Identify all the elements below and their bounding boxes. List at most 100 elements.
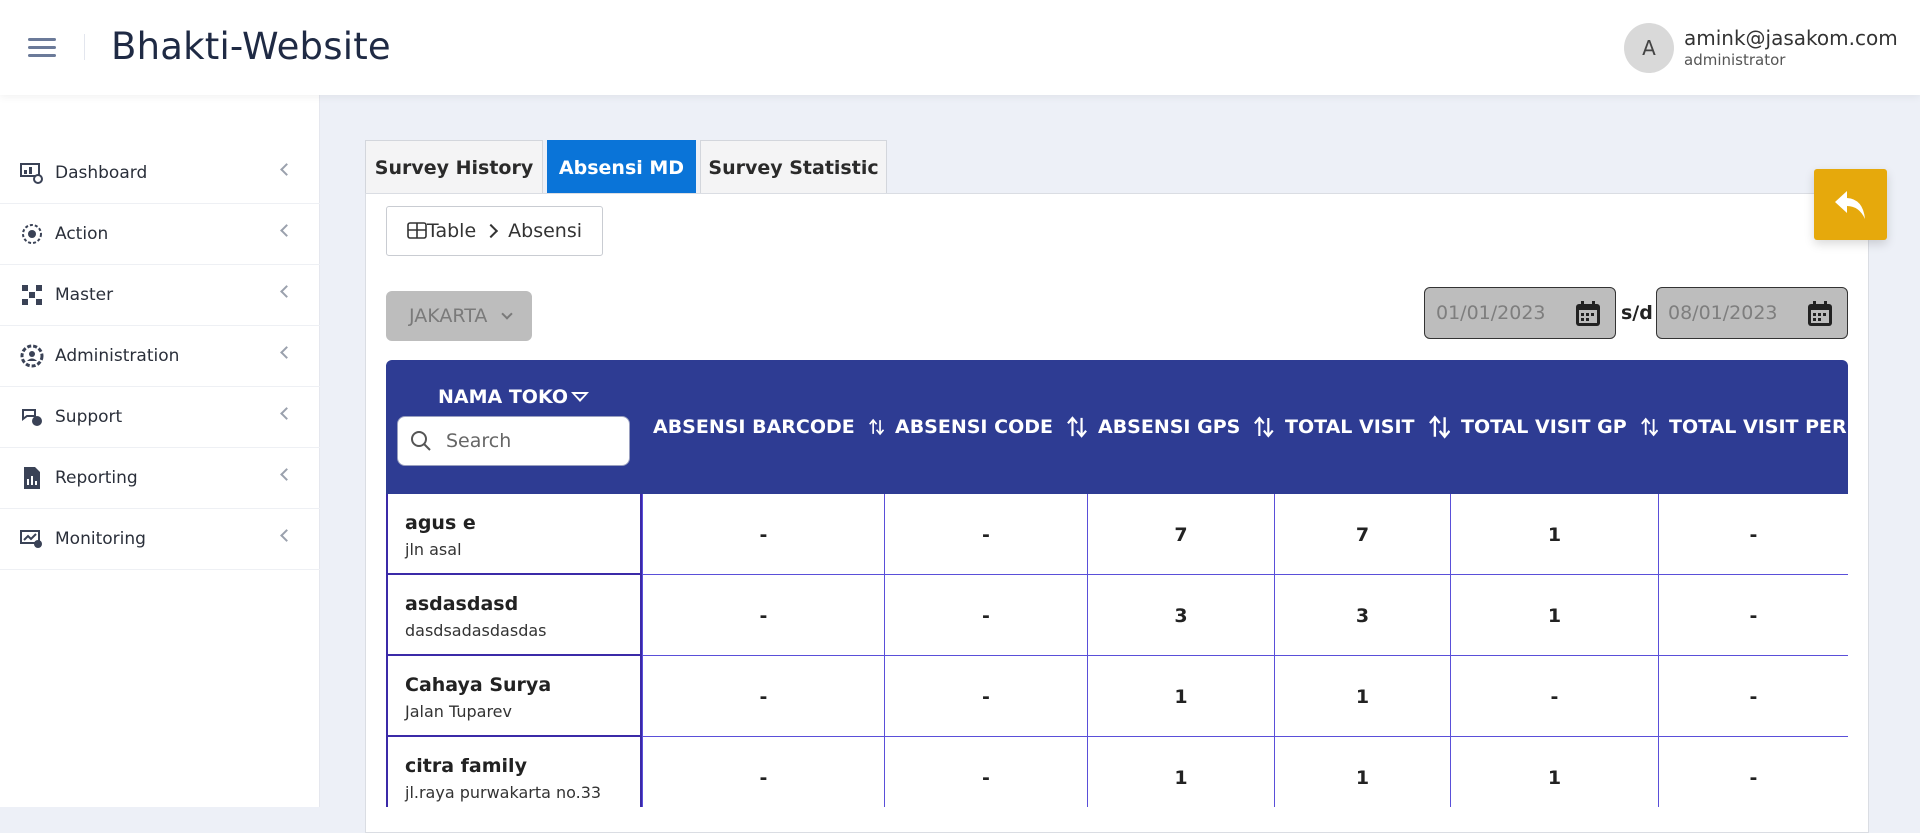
chevron-left-icon — [280, 529, 293, 542]
total-visit-gp-cell: 1 — [1450, 494, 1658, 575]
table-row[interactable]: Cahaya Surya Jalan Tuparev - - 1 1 - - — [386, 656, 1848, 737]
sort-icon[interactable] — [1428, 415, 1450, 439]
back-button[interactable] — [1814, 169, 1887, 240]
total-visit-periode-cell: - — [1658, 494, 1848, 575]
column-header-label: NAMA TOKO — [438, 386, 568, 408]
chevron-left-icon — [280, 346, 293, 359]
column-header-absensi-code[interactable]: ABSENSI CODE — [884, 360, 1087, 494]
sidebar-item-reporting[interactable]: Reporting — [0, 448, 320, 509]
store-name: Cahaya Surya — [405, 674, 552, 696]
search-input[interactable] — [446, 430, 616, 452]
chevron-left-icon — [280, 407, 293, 420]
breadcrumb-current: Absensi — [508, 220, 583, 242]
tab-absensi-md[interactable]: Absensi MD — [547, 140, 696, 194]
chevron-right-icon — [484, 223, 499, 239]
total-visit-gp-cell: 1 — [1450, 737, 1658, 807]
total-visit-periode-cell: - — [1658, 575, 1848, 656]
column-header-total-visit-periode[interactable]: TOTAL VISIT PERIO — [1658, 360, 1848, 494]
sidebar-item-dashboard[interactable]: Dashboard — [0, 143, 320, 204]
tab-survey-statistic[interactable]: Survey Statistic — [700, 140, 887, 194]
hamburger-menu-icon[interactable] — [28, 38, 56, 58]
total-visit-periode-cell: - — [1658, 737, 1848, 807]
sidebar: Dashboard Action Master Administration S… — [0, 95, 320, 807]
breadcrumb: Table Absensi — [386, 206, 603, 256]
avatar[interactable]: A — [1624, 23, 1674, 73]
column-header-label: ABSENSI CODE — [895, 416, 1053, 438]
sidebar-item-support[interactable]: Support — [0, 387, 320, 448]
calendar-icon[interactable] — [1806, 300, 1834, 328]
filter-triangle-icon[interactable] — [571, 392, 589, 402]
date-to-field[interactable]: 08/01/2023 — [1656, 287, 1848, 339]
date-from-field[interactable]: 01/01/2023 — [1424, 287, 1616, 339]
total-visit-cell: 7 — [1274, 494, 1450, 575]
app-title: Bhakti-Website — [111, 25, 391, 68]
sidebar-item-label: Action — [55, 224, 109, 244]
column-header-total-visit[interactable]: TOTAL VISIT — [1274, 360, 1450, 494]
sidebar-item-action[interactable]: Action — [0, 204, 320, 265]
absensi-barcode-cell: - — [642, 656, 884, 737]
table-row[interactable]: citra family jl.raya purwakarta no.33 - … — [386, 737, 1848, 807]
sort-icon[interactable] — [1640, 415, 1658, 439]
reply-arrow-icon — [1834, 190, 1865, 219]
search-field[interactable] — [397, 416, 630, 466]
column-header-absensi-barcode[interactable]: ABSENSI BARCODE — [642, 360, 884, 494]
city-select[interactable]: JAKARTA — [386, 291, 532, 341]
date-to-value: 08/01/2023 — [1668, 302, 1778, 324]
column-header-total-visit-gp[interactable]: TOTAL VISIT GP — [1450, 360, 1658, 494]
city-select-value: JAKARTA — [409, 305, 488, 327]
column-header-label: ABSENSI BARCODE — [653, 416, 855, 438]
top-bar: Bhakti-Website A amink@jasakom.com admin… — [0, 0, 1920, 95]
chevron-left-icon — [280, 163, 293, 176]
sidebar-item-master[interactable]: Master — [0, 265, 320, 326]
sidebar-item-label: Dashboard — [55, 163, 148, 183]
total-visit-gp-cell: - — [1450, 656, 1658, 737]
total-visit-cell: 1 — [1274, 656, 1450, 737]
chevron-left-icon — [280, 285, 293, 298]
total-visit-gp-cell: 1 — [1450, 575, 1658, 656]
absensi-code-cell: - — [884, 737, 1087, 807]
store-cell: Cahaya Surya Jalan Tuparev — [386, 656, 642, 737]
sidebar-item-label: Support — [55, 407, 123, 427]
absensi-barcode-cell: - — [642, 737, 884, 807]
master-icon — [20, 283, 44, 307]
store-cell: citra family jl.raya purwakarta no.33 — [386, 737, 642, 807]
tab-survey-history[interactable]: Survey History — [365, 140, 543, 194]
store-address: dasdsadasdasdas — [405, 621, 547, 640]
sort-icon[interactable] — [868, 415, 884, 439]
dashboard-icon — [20, 161, 44, 185]
absensi-gps-cell: 7 — [1087, 494, 1274, 575]
column-header-nama-toko[interactable]: NAMA TOKO — [386, 360, 642, 494]
column-header-absensi-gps[interactable]: ABSENSI GPS — [1087, 360, 1274, 494]
sort-icon[interactable] — [1254, 415, 1274, 439]
column-header-label: TOTAL VISIT — [1285, 416, 1415, 438]
sidebar-item-administration[interactable]: Administration — [0, 326, 320, 387]
sidebar-item-monitoring[interactable]: Monitoring — [0, 509, 320, 570]
absensi-gps-cell: 1 — [1087, 737, 1274, 807]
store-address: jln asal — [405, 540, 462, 559]
total-visit-cell: 3 — [1274, 575, 1450, 656]
sidebar-item-label: Monitoring — [55, 529, 146, 549]
support-icon — [20, 405, 44, 429]
table-row[interactable]: asdasdasd dasdsadasdasdas - - 3 3 1 - — [386, 575, 1848, 656]
column-header-label: TOTAL VISIT PERIO — [1669, 416, 1848, 438]
store-name: asdasdasd — [405, 593, 519, 615]
total-visit-cell: 1 — [1274, 737, 1450, 807]
absensi-gps-cell: 3 — [1087, 575, 1274, 656]
store-name: citra family — [405, 755, 527, 777]
calendar-icon[interactable] — [1574, 300, 1602, 328]
sort-icon[interactable] — [1067, 415, 1087, 439]
chevron-left-icon — [280, 224, 293, 237]
sidebar-item-label: Administration — [55, 346, 180, 366]
store-cell: asdasdasd dasdsadasdasdas — [386, 575, 642, 656]
total-visit-periode-cell: - — [1658, 656, 1848, 737]
action-icon — [20, 222, 44, 246]
user-role: administrator — [1684, 51, 1786, 69]
sidebar-item-label: Reporting — [55, 468, 138, 488]
breadcrumb-root[interactable]: Table — [427, 220, 476, 242]
store-address: Jalan Tuparev — [405, 702, 512, 721]
header-divider — [84, 34, 85, 60]
sidebar-item-label: Master — [55, 285, 114, 305]
user-email[interactable]: amink@jasakom.com — [1684, 26, 1898, 50]
table-row[interactable]: agus e jln asal - - 7 7 1 - — [386, 494, 1848, 575]
absensi-barcode-cell: - — [642, 575, 884, 656]
